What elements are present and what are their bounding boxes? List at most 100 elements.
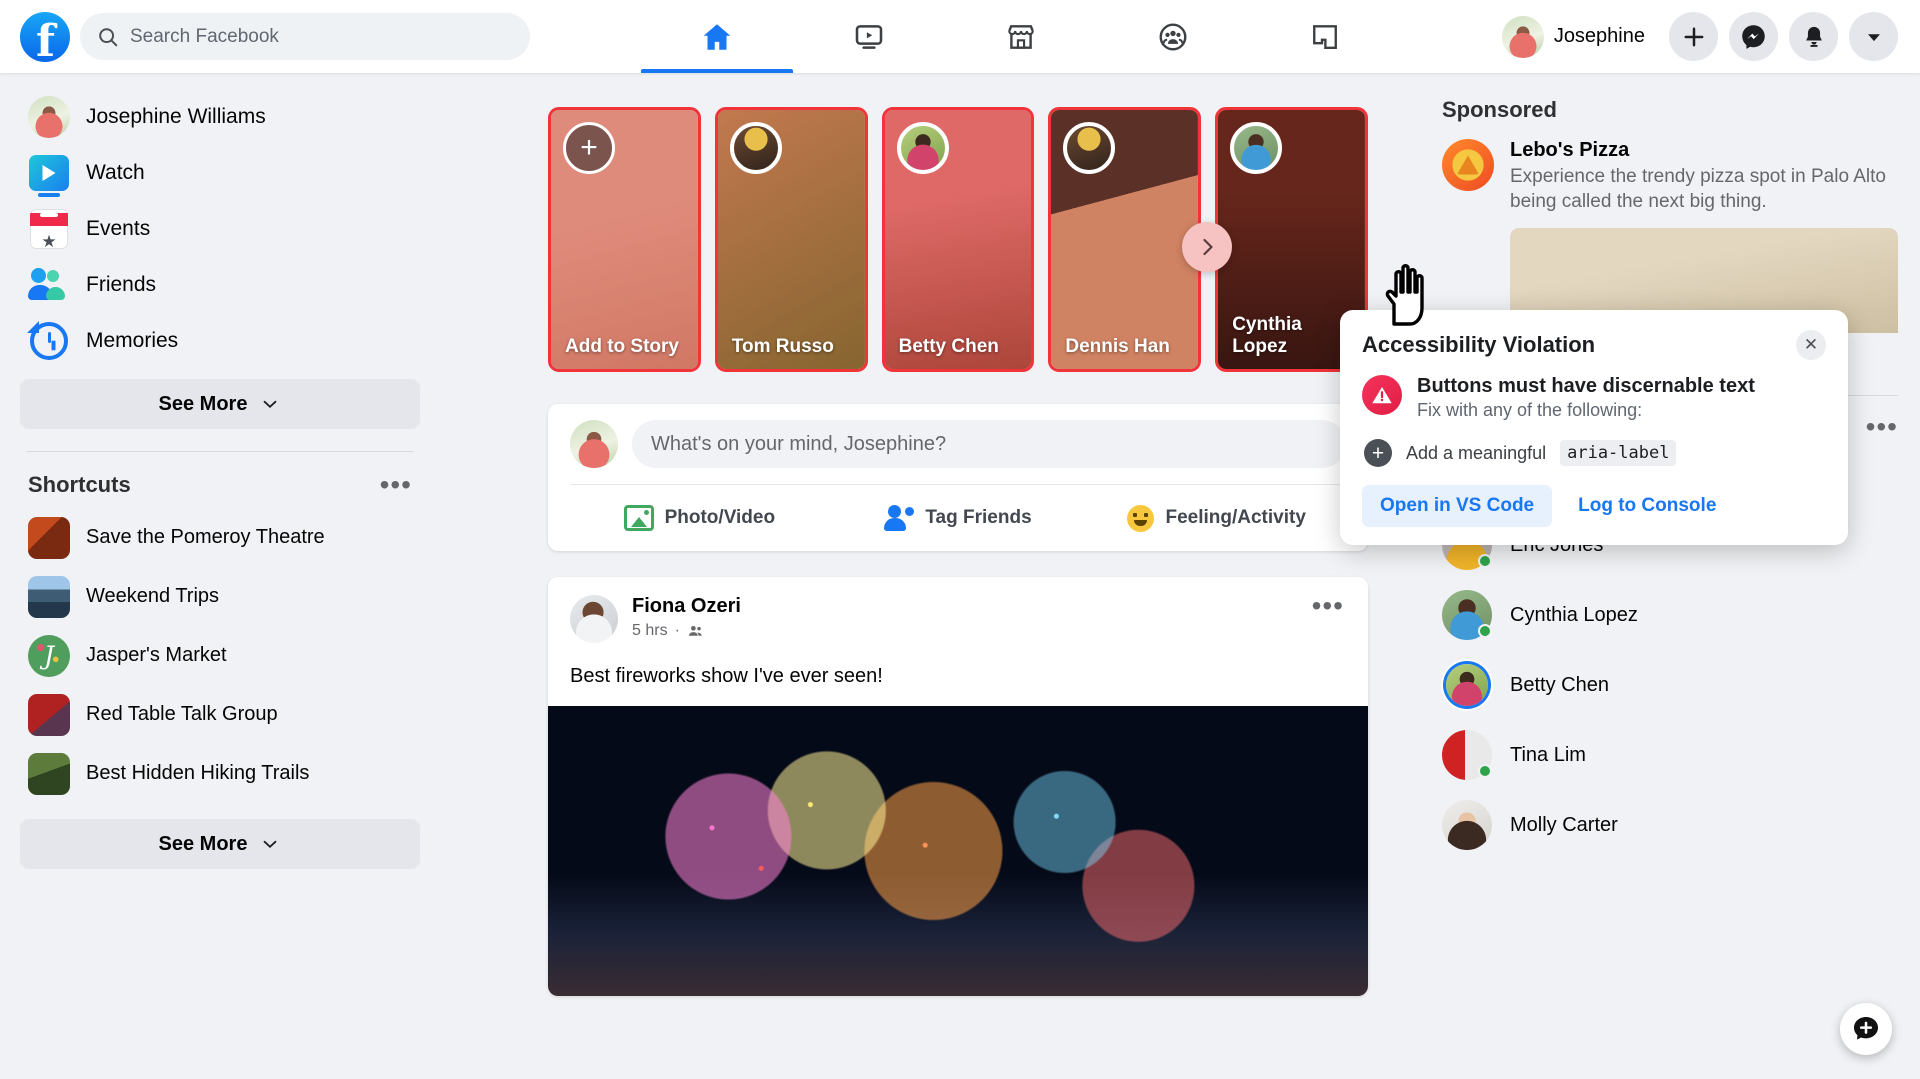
facebook-page: f Search Facebook Josephine Josephine Wi…	[0, 0, 1920, 1079]
shortcut-label: Best Hidden Hiking Trails	[86, 762, 310, 784]
post-meta: 5 hrs ·	[632, 622, 741, 640]
fix-suggestion-row[interactable]: + Add a meaningful aria-label	[1362, 439, 1826, 467]
nav-tab-watch[interactable]	[793, 0, 945, 73]
contact-row-cynthia-lopez[interactable]: Cynthia Lopez	[1442, 580, 1898, 650]
shortcut-label: Weekend Trips	[86, 585, 220, 607]
nav-tab-home[interactable]	[640, 0, 793, 73]
profile-menu-button[interactable]: Josephine	[1497, 11, 1658, 63]
tag-friends-button[interactable]: Tag Friends	[829, 505, 1088, 531]
shortcut-item-pomeroy[interactable]: Save the Pomeroy Theatre	[20, 508, 420, 567]
post-header: Fiona Ozeri 5 hrs · •••	[548, 577, 1368, 643]
dialog-body: Buttons must have discernable text Fix w…	[1362, 375, 1826, 421]
dialog-title: Accessibility Violation	[1362, 332, 1596, 357]
tag-friends-icon	[884, 505, 915, 531]
fix-code-snippet: aria-label	[1560, 440, 1677, 466]
marketplace-storefront-icon	[1008, 24, 1034, 49]
story-label: Add to Story	[565, 336, 679, 358]
create-button[interactable]	[1669, 12, 1718, 61]
avatar[interactable]	[570, 595, 618, 643]
sidebar-see-more-button[interactable]: See More	[20, 379, 420, 429]
story-card-dennis-han[interactable]: Dennis Han	[1048, 107, 1202, 372]
close-icon[interactable]: ✕	[1796, 330, 1826, 360]
bell-icon	[1805, 26, 1822, 47]
sidebar-item-profile[interactable]: Josephine Williams	[20, 89, 420, 145]
shortcut-item-weekend-trips[interactable]: Weekend Trips	[20, 567, 420, 626]
sidebar-item-label: Friends	[86, 273, 157, 296]
violation-heading: Buttons must have discernable text	[1417, 375, 1755, 397]
stories-next-button[interactable]	[1182, 222, 1232, 272]
shortcut-item-red-table-talk[interactable]: Red Table Talk Group	[20, 685, 420, 744]
post-composer: What's on your mind, Josephine? Photo/Vi…	[548, 404, 1368, 551]
sidebar-divider	[26, 451, 414, 452]
nav-tab-gaming[interactable]	[1249, 0, 1401, 73]
search-icon	[99, 27, 118, 46]
shortcuts-see-more-button[interactable]: See More	[20, 819, 420, 869]
sidebar-item-events[interactable]: ★ Events	[20, 201, 420, 257]
post-author[interactable]: Fiona Ozeri	[632, 595, 741, 618]
dialog-buttons: Open in VS Code Log to Console	[1362, 485, 1826, 527]
shortcut-item-hiking-trails[interactable]: Best Hidden Hiking Trails	[20, 744, 420, 803]
pizza-slice-icon	[1442, 139, 1494, 191]
avatar	[1442, 660, 1492, 710]
shortcut-thumbnail	[28, 634, 70, 677]
post-menu-icon[interactable]: •••	[1312, 592, 1344, 620]
new-message-fab[interactable]	[1840, 1003, 1892, 1055]
profile-avatar	[28, 96, 70, 138]
fix-text: Add a meaningful	[1406, 442, 1547, 463]
memories-clock-icon	[27, 320, 70, 362]
composer-top-row: What's on your mind, Josephine?	[570, 420, 1346, 484]
feeling-activity-button[interactable]: Feeling/Activity	[1087, 504, 1346, 532]
contact-row-tina-lim[interactable]: Tina Lim	[1442, 720, 1898, 790]
contact-name: Tina Lim	[1510, 743, 1586, 766]
search-input[interactable]: Search Facebook	[80, 13, 530, 60]
shortcut-label: Red Table Talk Group	[86, 703, 278, 725]
search-placeholder: Search Facebook	[130, 25, 279, 47]
messenger-button[interactable]	[1729, 12, 1778, 61]
shortcuts-header: Shortcuts •••	[20, 471, 420, 499]
composer-placeholder: What's on your mind, Josephine?	[651, 432, 947, 455]
shortcut-item-jaspers-market[interactable]: Jasper's Market	[20, 626, 420, 685]
sidebar-item-label: Events	[86, 217, 151, 240]
accessibility-violation-dialog: Accessibility Violation ✕ Buttons must h…	[1340, 310, 1848, 545]
sponsored-ad[interactable]: Lebo's Pizza Experience the trendy pizza…	[1442, 139, 1898, 214]
chevron-down-icon	[264, 400, 277, 408]
contact-row-betty-chen[interactable]: Betty Chen	[1442, 650, 1898, 720]
story-card-betty-chen[interactable]: Betty Chen	[881, 107, 1035, 372]
sidebar-item-watch[interactable]: Watch	[20, 145, 420, 201]
home-icon	[703, 23, 731, 50]
composer-input[interactable]: What's on your mind, Josephine?	[632, 420, 1346, 468]
watch-video-icon	[855, 24, 883, 49]
sidebar-item-label: Watch	[86, 161, 145, 184]
sidebar-item-memories[interactable]: Memories	[20, 313, 420, 369]
feed-post: Fiona Ozeri 5 hrs · ••• Best fireworks s…	[548, 577, 1368, 996]
story-card-tom-russo[interactable]: Tom Russo	[714, 107, 868, 372]
friends-icon	[28, 264, 70, 306]
meta-separator: ·	[674, 622, 680, 639]
online-status-dot	[1478, 554, 1492, 569]
photo-video-button[interactable]: Photo/Video	[570, 505, 829, 531]
notifications-button[interactable]	[1789, 12, 1838, 61]
topbar-right: Josephine	[1497, 11, 1920, 63]
story-card-add[interactable]: + Add to Story	[548, 107, 701, 372]
ellipsis-icon[interactable]: •••	[1866, 413, 1898, 441]
dialog-header: Accessibility Violation ✕	[1362, 330, 1826, 360]
facebook-logo-icon[interactable]: f	[20, 11, 70, 63]
chevron-down-icon	[1867, 33, 1880, 41]
groups-icon	[1159, 23, 1187, 50]
shortcuts-title: Shortcuts	[28, 472, 131, 497]
open-in-vs-code-button[interactable]: Open in VS Code	[1362, 485, 1553, 527]
contact-name: Molly Carter	[1510, 813, 1618, 836]
new-message-icon	[1854, 1017, 1878, 1040]
account-menu-button[interactable]	[1849, 12, 1898, 61]
nav-tab-groups[interactable]	[1097, 0, 1249, 73]
nav-tab-marketplace[interactable]	[945, 0, 1097, 73]
contact-row-molly-carter[interactable]: Molly Carter	[1442, 790, 1898, 860]
sidebar-item-friends[interactable]: Friends	[20, 257, 420, 313]
log-to-console-button[interactable]: Log to Console	[1560, 485, 1734, 527]
post-image-fireworks[interactable]	[548, 706, 1368, 996]
contact-name: Cynthia Lopez	[1510, 603, 1638, 626]
plus-icon: +	[563, 122, 615, 174]
story-label: Cynthia Lopez	[1232, 314, 1302, 358]
avatar	[1442, 730, 1492, 781]
ellipsis-icon[interactable]: •••	[380, 471, 412, 499]
